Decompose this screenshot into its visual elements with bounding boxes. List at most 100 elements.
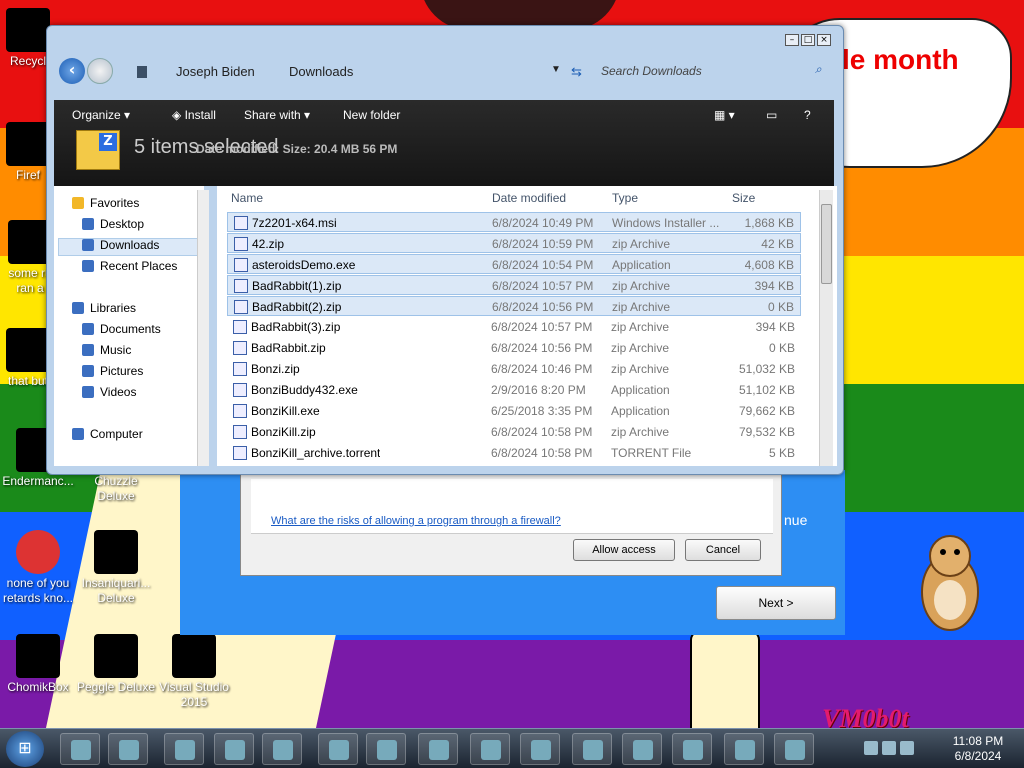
desktop-icon-visual-studio[interactable]: Visual Studio 2015 xyxy=(154,634,234,710)
desktop-icon-peggle[interactable]: Peggle Deluxe xyxy=(76,634,156,695)
paint-icon xyxy=(785,740,805,760)
nav-libraries[interactable]: Libraries xyxy=(72,301,136,315)
nav-documents-label: Documents xyxy=(100,322,161,336)
file-icon xyxy=(234,237,248,251)
taskbar-app-12[interactable] xyxy=(572,733,612,765)
breadcrumb-user[interactable]: Joseph Biden xyxy=(176,64,255,79)
file-size: 394 KB xyxy=(754,279,794,293)
selection-details: Date modified: Size: 20.4 MB 56 PM xyxy=(196,142,398,156)
file-row[interactable]: asteroidsDemo.exe 6/8/2024 10:54 PM Applic… xyxy=(227,254,801,274)
taskbar-app-netscape[interactable] xyxy=(366,733,406,765)
nav-recent-places[interactable]: Recent Places xyxy=(82,259,177,273)
help-icon[interactable]: ? xyxy=(804,108,811,122)
search-input[interactable]: Search Downloads ⌕ xyxy=(591,58,831,84)
scrollbar-thumb[interactable] xyxy=(821,204,832,284)
refresh-icon[interactable]: ⇆ xyxy=(571,64,582,80)
file-row[interactable]: BadRabbit(1).zip 6/8/2024 10:57 PM zip Arc… xyxy=(227,275,801,295)
taskbar-app-firefox[interactable] xyxy=(214,733,254,765)
forward-button[interactable] xyxy=(87,58,113,84)
file-icon xyxy=(233,404,247,418)
file-row[interactable]: BadRabbit(2).zip 6/8/2024 10:56 PM zip Arc… xyxy=(227,296,801,316)
file-icon xyxy=(233,320,247,334)
file-size: 51,102 KB xyxy=(738,383,795,397)
desktop-icon-chomikbox[interactable]: ChomikBox xyxy=(0,634,78,695)
taskbar-app-11[interactable] xyxy=(520,733,560,765)
preview-pane-icon[interactable]: ▭ xyxy=(766,108,777,122)
desktop-icon-label: that but xyxy=(7,374,49,388)
taskbar-app-10[interactable] xyxy=(470,733,510,765)
search-placeholder: Search Downloads xyxy=(601,64,702,78)
network-icon[interactable] xyxy=(882,741,896,755)
nav-music-label: Music xyxy=(100,343,132,357)
breadcrumb-downloads[interactable]: Downloads xyxy=(289,64,353,79)
file-row[interactable]: BonziKill.zip 6/8/2024 10:58 PM zip Archiv… xyxy=(227,422,801,442)
next-button[interactable]: Next > xyxy=(716,586,836,620)
nav-pictures-label: Pictures xyxy=(100,364,144,378)
file-name: BadRabbit(2).zip xyxy=(252,300,342,314)
file-row[interactable]: BadRabbit.zip 6/8/2024 10:56 PM zip Archiv… xyxy=(227,338,801,358)
file-list-scrollbar[interactable] xyxy=(819,190,833,466)
file-name: BadRabbit(3).zip xyxy=(251,320,341,334)
file-date: 6/8/2024 10:58 PM xyxy=(491,425,593,439)
nav-desktop-label: Desktop xyxy=(100,217,145,231)
file-row[interactable]: 7z2201-x64.msi 6/8/2024 10:49 PM Windows I… xyxy=(227,212,801,232)
desktop-icon-label: Peggle Deluxe xyxy=(76,680,156,694)
firewall-dialog-content: What are the risks of allowing a program… xyxy=(251,479,773,534)
nav-computer[interactable]: Computer xyxy=(72,427,143,441)
nav-music[interactable]: Music xyxy=(82,343,131,357)
file-row[interactable]: BonziKill_archive.torrent 6/8/2024 10:58 … xyxy=(227,443,801,463)
column-header-date[interactable]: Date modified xyxy=(492,191,566,205)
recent-places-icon xyxy=(82,260,94,272)
nav-documents[interactable]: Documents xyxy=(82,322,161,336)
taskbar-app-15[interactable] xyxy=(724,733,764,765)
nav-downloads[interactable]: Downloads xyxy=(82,238,159,252)
taskbar-app-explorer[interactable] xyxy=(262,733,302,765)
nav-pictures[interactable]: Pictures xyxy=(82,364,143,378)
volume-icon[interactable] xyxy=(900,741,914,755)
new-folder-button[interactable]: New folder xyxy=(343,108,400,122)
taskbar-app-calculator[interactable] xyxy=(622,733,662,765)
file-row[interactable]: 42.zip 6/8/2024 10:59 PM zip Archive 42 KB xyxy=(227,233,801,253)
close-button[interactable]: × xyxy=(817,34,831,46)
share-with-menu[interactable]: Share with ▾ xyxy=(244,108,310,122)
taskbar-app-globe[interactable] xyxy=(164,733,204,765)
organize-menu[interactable]: Organize ▾ xyxy=(72,108,130,122)
start-button[interactable]: ⊞ xyxy=(6,731,44,767)
navigation-scrollbar[interactable] xyxy=(197,190,209,466)
taskbar-app-cmd[interactable] xyxy=(60,733,100,765)
desktop-icon-label: Insaniquari... Deluxe xyxy=(81,576,151,605)
file-row[interactable]: Bonzi.zip 6/8/2024 10:46 PM zip Archive 51,… xyxy=(227,359,801,379)
taskbar-app-media[interactable] xyxy=(108,733,148,765)
taskbar-clock[interactable]: 11:08 PM 6/8/2024 xyxy=(938,734,1018,764)
install-button[interactable]: ◈ Install xyxy=(172,108,216,122)
view-options-icon[interactable]: ▦ ▾ xyxy=(714,108,735,122)
maximize-button[interactable]: □ xyxy=(801,34,815,46)
history-dropdown-icon[interactable]: ▼ xyxy=(551,64,561,75)
firewall-risks-link[interactable]: What are the risks of allowing a program… xyxy=(271,515,561,527)
back-button[interactable]: ‹ xyxy=(59,58,85,84)
column-header-size[interactable]: Size xyxy=(732,191,755,205)
visual-studio-icon xyxy=(172,634,216,678)
nav-favorites[interactable]: Favorites xyxy=(72,196,139,210)
file-row[interactable]: BadRabbit(3).zip 6/8/2024 10:57 PM zip Arc… xyxy=(227,317,801,337)
taskbar-app-14[interactable] xyxy=(672,733,712,765)
file-type: TORRENT File xyxy=(611,446,692,460)
desktop-icon-label: none of you retards kno... xyxy=(2,576,74,605)
column-header-type[interactable]: Type xyxy=(612,191,638,205)
nav-desktop[interactable]: Desktop xyxy=(82,217,144,231)
taskbar-app-7[interactable] xyxy=(318,733,358,765)
file-row[interactable]: BonziBuddy432.exe 2/9/2016 8:20 PM Applica… xyxy=(227,380,801,400)
file-name: BonziKill_archive.torrent xyxy=(251,446,381,460)
taskbar-app-notepad[interactable] xyxy=(418,733,458,765)
cancel-button[interactable]: Cancel xyxy=(685,539,761,561)
taskbar-app-paint[interactable] xyxy=(774,733,814,765)
minimize-button[interactable]: – xyxy=(785,34,799,46)
desktop-icon-none-of-you[interactable]: none of you retards kno... xyxy=(0,530,78,606)
column-header-name[interactable]: Name xyxy=(231,191,263,205)
file-row[interactable]: BonziKill.exe 6/25/2018 3:35 PM Applicatio… xyxy=(227,401,801,421)
calculator-icon xyxy=(633,740,653,760)
desktop-icon-insaniquarium[interactable]: Insaniquari... Deluxe xyxy=(76,530,156,606)
nav-videos[interactable]: Videos xyxy=(82,385,136,399)
allow-access-button[interactable]: Allow access xyxy=(573,539,675,561)
tray-icon[interactable] xyxy=(864,741,878,755)
